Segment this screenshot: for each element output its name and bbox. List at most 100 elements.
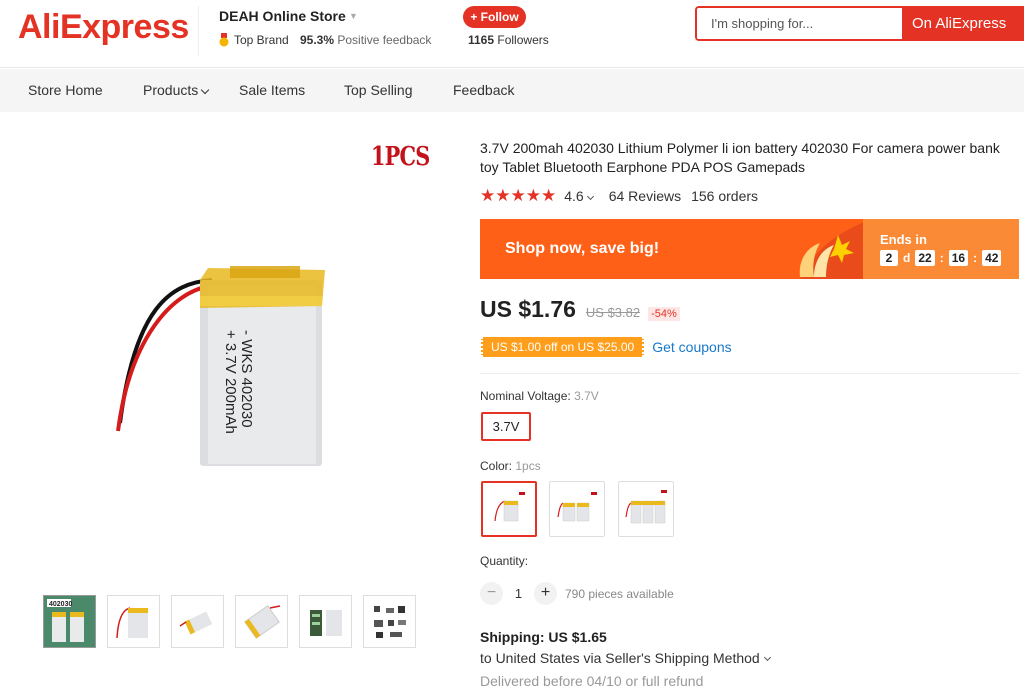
rating-number: 4.6	[564, 187, 584, 204]
quantity-label: Quantity:	[480, 554, 529, 568]
chevron-down-icon	[201, 85, 210, 95]
feedback-percent: 95.3%	[300, 33, 335, 47]
follow-button[interactable]: + Follow	[463, 6, 526, 28]
star-icon: ★	[541, 186, 557, 205]
price-row: US $1.76 US $3.82 -54%	[480, 296, 680, 323]
voltage-selected-value: 3.7V	[574, 389, 599, 403]
voltage-label: Nominal Voltage: 3.7V	[480, 389, 599, 403]
quantity-decrease-button[interactable]: −	[480, 582, 503, 605]
pieces-available: 790 pieces available	[565, 586, 674, 601]
quantity-increase-button[interactable]: +	[534, 582, 557, 605]
followers-number: 1165	[468, 33, 495, 47]
nav-products-label: Products	[143, 82, 199, 98]
timer-separator: :	[973, 251, 978, 265]
quantity-value[interactable]: 1	[503, 586, 534, 601]
aliexpress-logo[interactable]: AliExpress	[18, 8, 189, 47]
original-price: US $3.82	[585, 305, 641, 320]
timer-days-label: d	[903, 251, 911, 265]
shipping-method-text: to United States via Seller's Shipping M…	[480, 650, 760, 666]
timer-seconds: 42	[982, 250, 1002, 266]
store-name[interactable]: DEAH Online Store	[219, 8, 346, 24]
discount-badge: -54%	[648, 307, 680, 321]
timer-hours: 22	[915, 250, 935, 266]
thumb-label: 402030	[49, 601, 72, 608]
header-divider	[198, 6, 199, 56]
nav-feedback[interactable]: Feedback	[453, 82, 514, 98]
section-divider	[480, 373, 1020, 374]
positive-feedback: 95.3% Positive feedback	[300, 33, 431, 47]
timer-separator: :	[939, 251, 944, 265]
thumbnail-6[interactable]	[363, 595, 416, 648]
get-coupons-link[interactable]: Get coupons	[652, 339, 731, 355]
ends-in-label: Ends in	[880, 232, 927, 247]
search-box: On AliExpress	[695, 6, 1024, 41]
followers-count: 1165 Followers	[468, 33, 549, 47]
battery-label-line2: + 3.7V 200mAh	[222, 330, 239, 434]
thumb-image	[373, 605, 406, 638]
color-option-image	[494, 492, 525, 522]
store-caret-icon[interactable]: ▼	[349, 11, 358, 21]
thumbnail-1[interactable]: 402030	[43, 595, 96, 648]
chevron-down-icon	[763, 653, 771, 662]
star-icon: ★	[525, 186, 541, 205]
thumb-image	[243, 604, 280, 639]
coupon-tag[interactable]: US $1.00 off on US $25.00	[481, 337, 645, 357]
current-price: US $1.76	[480, 296, 576, 322]
thumb-image: 402030	[44, 596, 95, 647]
color-option-image	[557, 492, 597, 522]
timer-values: 2 d 22 : 16 : 42	[880, 250, 1002, 266]
store-header: AliExpress DEAH Online Store ▼ Top Brand…	[0, 0, 1024, 68]
top-brand-label: Top Brand	[234, 33, 289, 47]
thumbnail-2[interactable]	[107, 595, 160, 648]
top-brand-badge: Top Brand	[218, 33, 289, 47]
star-icon: ★	[510, 186, 526, 205]
color-option-3[interactable]	[618, 481, 674, 537]
color-option-image	[625, 490, 667, 524]
chevron-down-icon	[586, 192, 594, 200]
promo-banner[interactable]: Shop now, save big! Ends in 2 d 22 : 16 …	[480, 219, 1019, 279]
thumbnail-strip: 402030	[43, 595, 427, 648]
thumb-image	[115, 606, 148, 638]
banner-text: Shop now, save big!	[505, 240, 660, 257]
color-label-text: Color:	[480, 459, 513, 473]
thumbnail-5[interactable]	[299, 595, 352, 648]
feedback-label: Positive feedback	[337, 33, 432, 47]
star-icon: ★	[495, 186, 511, 205]
rating-stars: ★ ★ ★ ★ ★	[480, 187, 556, 204]
reviews-link[interactable]: 64 Reviews	[609, 188, 681, 204]
thumbnail-4[interactable]	[235, 595, 288, 648]
voltage-label-text: Nominal Voltage:	[480, 389, 571, 403]
search-input[interactable]	[697, 8, 902, 39]
countdown-timer: Ends in 2 d 22 : 16 : 42	[863, 219, 1019, 279]
rating-row: ★ ★ ★ ★ ★ 4.6 64 Reviews 156 orders	[480, 187, 758, 204]
banner-decoration-icon	[799, 219, 870, 279]
thumbnail-3[interactable]	[171, 595, 224, 648]
store-nav: Store Home Products Sale Items Top Selli…	[0, 69, 1024, 112]
battery-main-image[interactable]: - WKS 402030 + 3.7V 200mAh	[100, 258, 340, 478]
thumb-image	[309, 609, 342, 636]
search-on-aliexpress-button[interactable]: On AliExpress	[902, 8, 1024, 39]
product-title: 3.7V 200mah 402030 Lithium Polymer li io…	[480, 140, 1000, 175]
followers-label: Followers	[497, 33, 549, 47]
medal-icon	[219, 33, 229, 47]
timer-minutes: 16	[948, 250, 969, 266]
coupon-row: US $1.00 off on US $25.00 Get coupons	[481, 337, 732, 357]
voltage-option-3-7v[interactable]: 3.7V	[481, 412, 531, 441]
nav-store-home[interactable]: Store Home	[28, 82, 103, 98]
nav-top-selling[interactable]: Top Selling	[344, 82, 413, 98]
color-option-1[interactable]	[481, 481, 537, 537]
color-option-2[interactable]	[549, 481, 605, 537]
battery-label-line1: - WKS 402030	[238, 330, 255, 428]
quantity-stepper: − 1 + 790 pieces available	[480, 582, 674, 605]
nav-sale-items[interactable]: Sale Items	[239, 82, 305, 98]
nav-products[interactable]: Products	[143, 82, 210, 98]
rating-value[interactable]: 4.6	[564, 187, 594, 204]
shipping-method[interactable]: to United States via Seller's Shipping M…	[480, 650, 771, 666]
color-label: Color: 1pcs	[480, 459, 541, 473]
color-selected-value: 1pcs	[515, 459, 541, 473]
orders-count: 156 orders	[691, 187, 759, 204]
shipping-price: Shipping: US $1.65	[480, 629, 607, 645]
delivery-estimate: Delivered before 04/10 or full refund	[480, 673, 704, 689]
quantity-badge: 1PCS	[371, 142, 430, 172]
star-icon: ★	[480, 186, 496, 205]
